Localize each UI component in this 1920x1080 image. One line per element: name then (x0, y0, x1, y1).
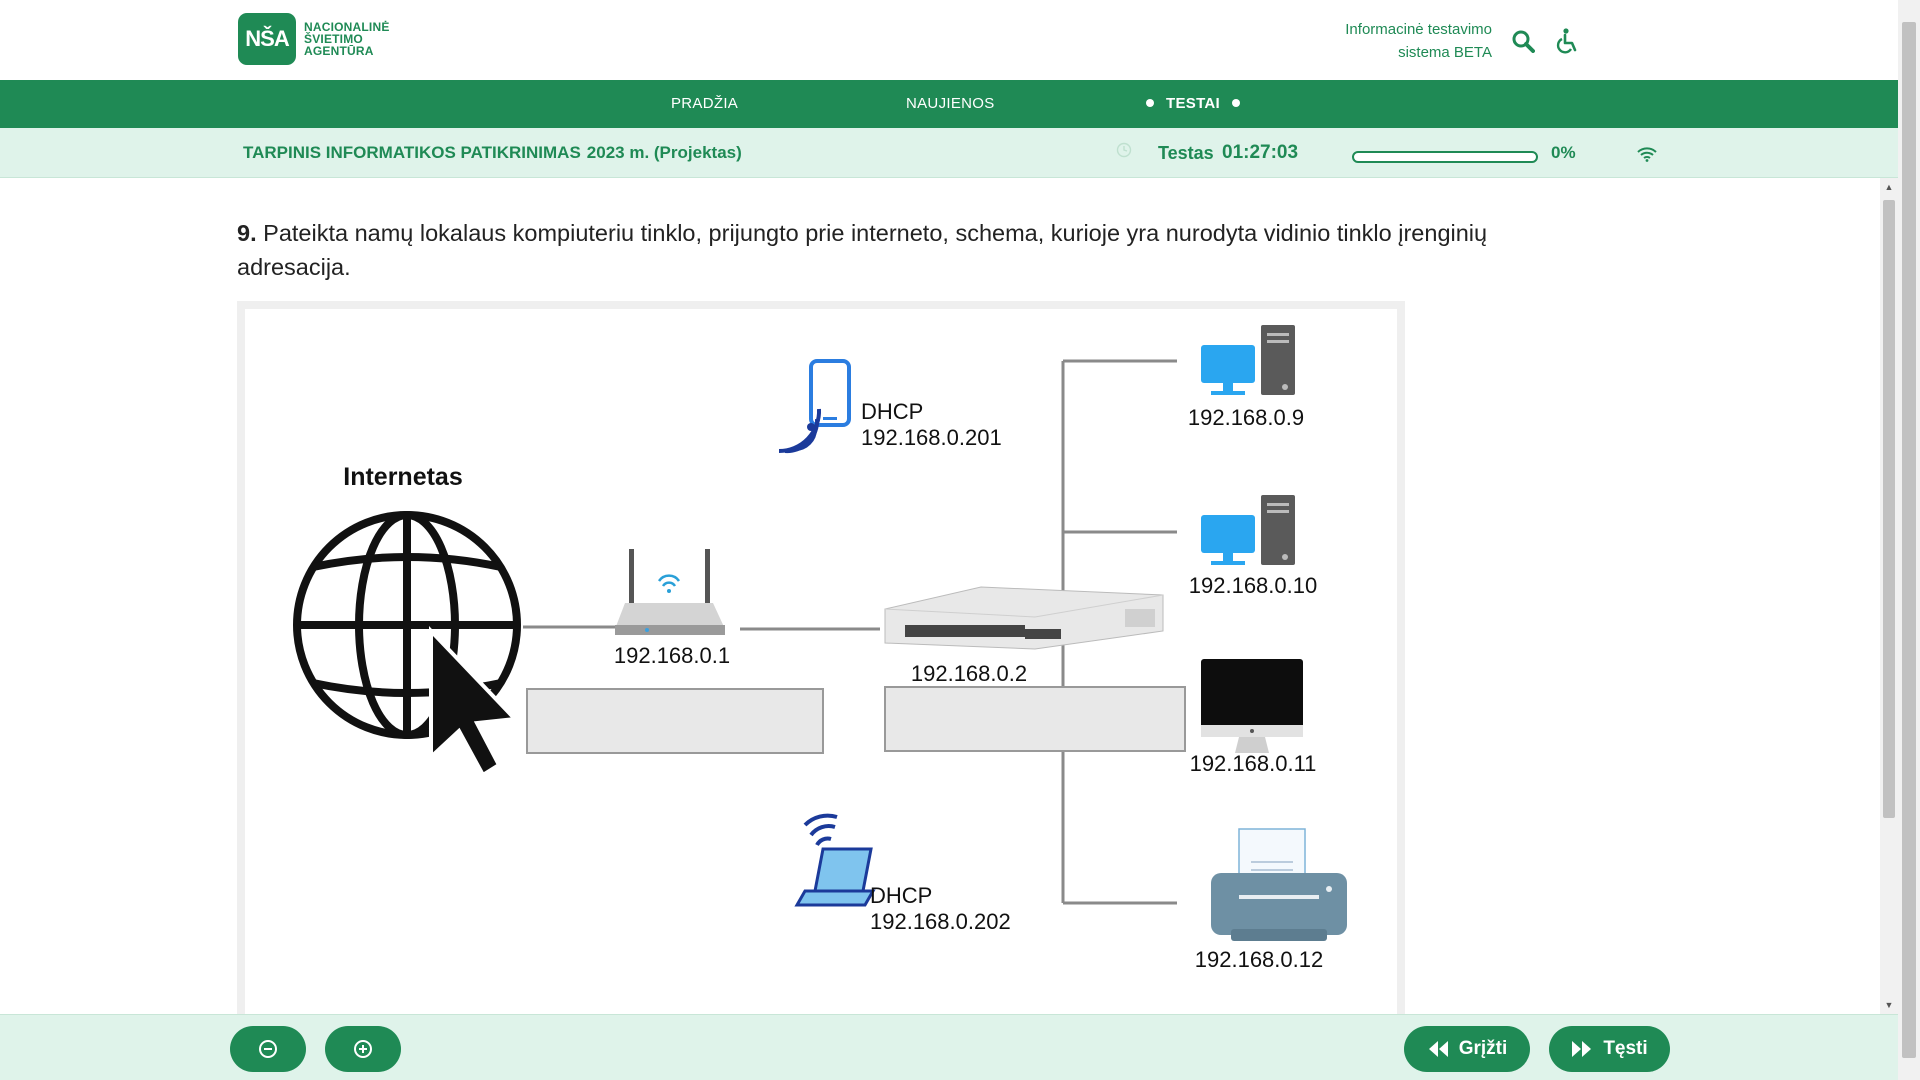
phone-ip: 192.168.0.201 (861, 425, 1002, 450)
main-nav: PRADŽIA NAUJIENOS TESTAI (0, 80, 1898, 128)
zoom-out-button[interactable] (230, 1026, 306, 1072)
next-button[interactable]: Tęsti (1549, 1026, 1670, 1072)
printer-ip: 192.168.0.12 (1195, 947, 1323, 972)
scrollbar-thumb[interactable] (1883, 200, 1895, 818)
accessibility-icon[interactable] (1554, 28, 1580, 54)
clock-icon (1116, 142, 1132, 163)
internet-label: Internetas (343, 463, 462, 491)
exam-year: 2023 m. (Projektas) (586, 143, 742, 162)
nav-item-testai[interactable]: TESTAI (1134, 80, 1252, 128)
zoom-out-icon (259, 1040, 277, 1058)
content-scrollbar[interactable]: ▲ ▼ (1880, 178, 1898, 1014)
question-body: Pateikta namų lokalaus kompiuteriu tinkl… (237, 220, 1488, 280)
laptop-dhcp-label: DHCP (870, 883, 932, 908)
double-left-arrow-icon (1428, 1041, 1448, 1057)
exam-bar: TARPINIS INFORMATIKOS PATIKRINIMAS 2023 m… (0, 128, 1898, 178)
active-dot (1232, 99, 1241, 108)
header-tools: Informacinė testavimo sistema BETA (1345, 18, 1580, 64)
network-diagram-svg: Internetas 192.168.0.1 192.168.0.2 DHCP … (293, 325, 1347, 972)
exam-name: TARPINIS INFORMATIKOS PATIKRINIMAS (243, 143, 581, 162)
system-title: Informacinė testavimo sistema BETA (1345, 18, 1492, 64)
progress-percent: 0% (1551, 143, 1576, 162)
network-diagram: Internetas 192.168.0.1 192.168.0.2 DHCP … (245, 309, 1397, 1014)
zoom-in-button[interactable] (325, 1026, 401, 1072)
question-number: 9. (237, 220, 257, 246)
zoom-in-icon (354, 1040, 372, 1058)
switch-ip: 192.168.0.2 (911, 661, 1027, 686)
network-diagram-frame: Internetas 192.168.0.1 192.168.0.2 DHCP … (237, 301, 1405, 1014)
test-label: Testas (1158, 143, 1214, 163)
double-right-arrow-icon (1572, 1041, 1592, 1057)
pc1-ip: 192.168.0.9 (1188, 405, 1304, 430)
page-scrollbar-thumb[interactable] (1902, 22, 1916, 1058)
cursor-icon (429, 626, 520, 778)
exam-title: TARPINIS INFORMATIKOS PATIKRINIMAS 2023 m… (243, 128, 742, 178)
progress-bar (1352, 151, 1538, 163)
laptop-icon (794, 813, 876, 907)
pc2-ip: 192.168.0.10 (1189, 573, 1317, 598)
logo-text: NACIONALINĖ ŠVIETIMO AGENTŪRA (304, 21, 390, 57)
system-title-line: Informacinė testavimo (1345, 21, 1492, 38)
desktop-pc-icon (1201, 325, 1295, 395)
imac-icon (1201, 659, 1303, 753)
switch-icon (884, 586, 1164, 650)
nav-item-naujienos[interactable]: NAUJIENOS (906, 80, 995, 128)
logo-mark: NŠA (238, 13, 296, 65)
active-dot (1146, 99, 1154, 108)
back-button-label: Grįžti (1458, 1038, 1508, 1059)
phone-dhcp-label: DHCP (861, 399, 923, 424)
scroll-down-arrow[interactable]: ▼ (1880, 996, 1898, 1014)
router-ip: 192.168.0.1 (614, 643, 730, 668)
scroll-up-arrow[interactable]: ▲ (1880, 178, 1898, 196)
router-icon (615, 549, 725, 635)
page-scrollbar[interactable] (1898, 0, 1920, 1080)
system-title-line: sistema BETA (1398, 44, 1492, 61)
site-header: NŠA NACIONALINĖ ŠVIETIMO AGENTŪRA Inform… (0, 0, 1898, 80)
answer-box-2[interactable] (884, 686, 1186, 752)
footer-bar: Grįžti Tęsti (0, 1014, 1898, 1080)
laptop-ip: 192.168.0.202 (870, 909, 1011, 934)
question-text: 9. Pateikta namų lokalaus kompiuteriu ti… (237, 216, 1587, 284)
wifi-icon (1636, 146, 1658, 167)
nav-item-label: TESTAI (1166, 95, 1221, 112)
search-icon[interactable] (1510, 28, 1536, 54)
nsa-logo[interactable]: NŠA NACIONALINĖ ŠVIETIMO AGENTŪRA (238, 13, 390, 65)
answer-box-1[interactable] (526, 688, 824, 754)
logo-line: AGENTŪRA (304, 44, 374, 58)
back-button[interactable]: Grįžti (1404, 1026, 1530, 1072)
next-button-label: Tęsti (1603, 1038, 1648, 1059)
desktop-pc-icon (1201, 495, 1295, 565)
imac-ip: 192.168.0.11 (1190, 751, 1317, 776)
nav-item-pradzia[interactable]: PRADŽIA (671, 80, 738, 128)
question-area: 9. Pateikta namų lokalaus kompiuteriu ti… (0, 178, 1880, 1014)
printer-icon (1211, 828, 1347, 941)
test-timer: 01:27:03 (1222, 142, 1299, 163)
smartphone-icon (778, 359, 851, 454)
